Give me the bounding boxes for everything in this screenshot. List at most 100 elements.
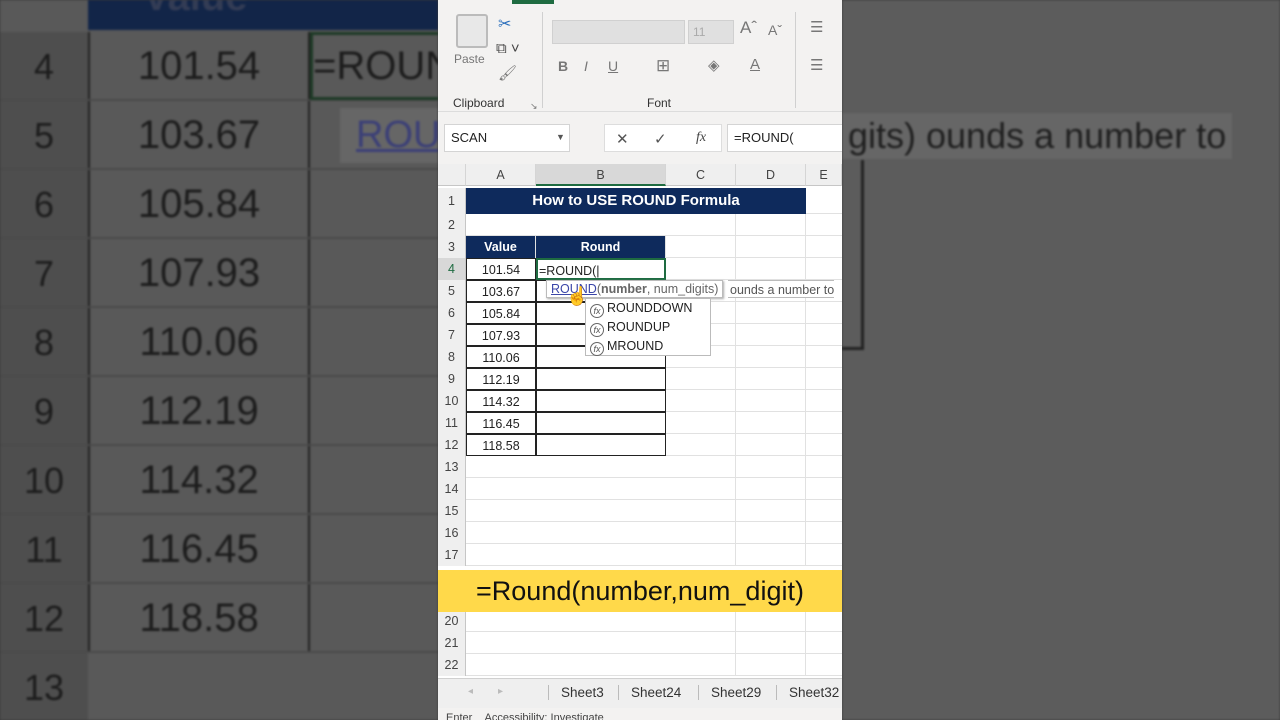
value-cell[interactable]: 114.32 xyxy=(466,390,536,412)
value-cell[interactable]: 105.84 xyxy=(466,302,536,324)
paste-button[interactable]: Paste xyxy=(454,52,485,66)
row-header[interactable]: 20 xyxy=(438,610,466,632)
row-header[interactable]: 15 xyxy=(438,500,466,522)
italic-button[interactable]: I xyxy=(584,58,588,74)
cell xyxy=(666,544,736,566)
bg-row-number: 7 xyxy=(0,239,88,306)
font-color-icon[interactable]: A xyxy=(750,56,760,73)
bg-value: 116.45 xyxy=(88,515,310,582)
row-header[interactable]: 1 xyxy=(438,188,466,214)
cell xyxy=(736,412,806,434)
fill-color-icon[interactable]: ◈ xyxy=(708,56,720,74)
row-header[interactable]: 3 xyxy=(438,236,466,258)
value-cell[interactable]: 110.06 xyxy=(466,346,536,368)
row-header[interactable]: 7 xyxy=(438,324,466,346)
column-header-a[interactable]: A xyxy=(466,164,536,186)
bg-row-number: 6 xyxy=(0,170,88,237)
enter-icon[interactable]: ✓ xyxy=(654,130,667,148)
bg-row: 9 112.19 xyxy=(0,377,438,446)
sheet-tab[interactable]: Sheet3 xyxy=(548,685,616,700)
shrink-font-icon[interactable]: Aˇ xyxy=(768,22,782,38)
row-header[interactable]: 10 xyxy=(438,390,466,412)
accessibility-status[interactable]: Accessibility: Investigate xyxy=(485,712,604,720)
insert-function-icon[interactable]: fx xyxy=(696,130,706,146)
row-header[interactable]: 8 xyxy=(438,346,466,368)
autocomplete-label: ROUNDDOWN xyxy=(607,301,693,315)
bg-value: 103.67 xyxy=(88,101,310,168)
row-header[interactable]: 16 xyxy=(438,522,466,544)
autocomplete-label: MROUND xyxy=(607,339,664,353)
value-cell[interactable]: 116.45 xyxy=(466,412,536,434)
autocomplete-item[interactable]: fx MROUND xyxy=(586,337,710,356)
sheet-tab[interactable]: Sheet32 xyxy=(776,685,842,700)
autocomplete-item[interactable]: fx ROUNDDOWN xyxy=(586,299,710,318)
name-box[interactable]: SCAN xyxy=(444,124,570,152)
row-header[interactable]: 13 xyxy=(438,456,466,478)
grow-font-icon[interactable]: Aˆ xyxy=(740,18,757,38)
excel-window: Paste ✂ ⧉ ˅ 🖌 Clipboard ↘ 11 Aˆ Aˇ B I U… xyxy=(438,0,842,720)
round-cell[interactable] xyxy=(536,412,666,434)
tooltip-arg-number: number xyxy=(601,282,647,296)
cancel-icon[interactable]: ✕ xyxy=(616,130,629,148)
round-cell[interactable] xyxy=(536,368,666,390)
bg-row: 10 114.32 xyxy=(0,446,438,515)
sheet-tab[interactable]: Sheet29 xyxy=(698,685,773,700)
row-header[interactable]: 4 xyxy=(438,258,466,280)
value-cell[interactable]: 103.67 xyxy=(466,280,536,302)
row-header[interactable]: 14 xyxy=(438,478,466,500)
cell xyxy=(736,456,806,478)
paste-icon[interactable] xyxy=(456,14,488,48)
tooltip-arg-rest: , num_digits) xyxy=(646,282,719,296)
font-size-select[interactable]: 11 xyxy=(688,20,734,44)
row-header[interactable]: 21 xyxy=(438,632,466,654)
cut-icon[interactable]: ✂ xyxy=(498,14,511,34)
row-header[interactable]: 5 xyxy=(438,280,466,302)
column-header-e[interactable]: E xyxy=(806,164,842,186)
value-cell[interactable]: 107.93 xyxy=(466,324,536,346)
clipboard-launcher-icon[interactable]: ↘ xyxy=(530,101,538,112)
format-painter-icon[interactable]: 🖌 xyxy=(498,64,517,82)
underline-button[interactable]: U xyxy=(608,58,618,74)
select-all[interactable] xyxy=(438,164,466,186)
row-header[interactable]: 12 xyxy=(438,434,466,456)
row-header[interactable]: 17 xyxy=(438,544,466,566)
table-row: 11 116.45 xyxy=(438,412,842,434)
value-cell[interactable]: 118.58 xyxy=(466,434,536,456)
borders-icon[interactable]: ⊞ xyxy=(656,56,670,76)
cell xyxy=(666,390,736,412)
cell xyxy=(666,368,736,390)
prev-sheet-icon[interactable]: ◂ xyxy=(468,686,473,697)
table-row: 3 Value Round xyxy=(438,236,842,258)
bg-value: 112.19 xyxy=(88,377,310,444)
column-header-b[interactable]: B xyxy=(536,164,666,186)
bold-button[interactable]: B xyxy=(558,58,568,74)
bg-row: 11 116.45 xyxy=(0,515,438,584)
chevron-down-icon[interactable]: ▼ xyxy=(556,132,565,142)
value-cell[interactable]: 112.19 xyxy=(466,368,536,390)
round-cell[interactable] xyxy=(536,390,666,412)
row-header[interactable]: 6 xyxy=(438,302,466,324)
value-cell[interactable]: 101.54 xyxy=(466,258,536,280)
row-header[interactable]: 9 xyxy=(438,368,466,390)
sheet-title[interactable]: How to USE ROUND Formula xyxy=(466,188,806,214)
row-header[interactable]: 22 xyxy=(438,654,466,676)
align-left-icon[interactable]: ☰ xyxy=(810,56,823,74)
cell xyxy=(666,654,736,676)
next-sheet-icon[interactable]: ▸ xyxy=(498,686,503,697)
font-name-select[interactable] xyxy=(552,20,685,44)
autocomplete-item[interactable]: fx ROUNDUP xyxy=(586,318,710,337)
row-header[interactable]: 2 xyxy=(438,214,466,236)
column-header-d[interactable]: D xyxy=(736,164,806,186)
round-cell[interactable] xyxy=(536,434,666,456)
active-cell[interactable]: =ROUND(| xyxy=(536,258,666,280)
sheet-tab[interactable]: Sheet24 xyxy=(618,685,693,700)
copy-icon[interactable]: ⧉ ˅ xyxy=(496,40,520,57)
header-value[interactable]: Value xyxy=(466,236,536,258)
column-header-c[interactable]: C xyxy=(666,164,736,186)
cell xyxy=(736,368,806,390)
cell xyxy=(736,434,806,456)
align-top-icon[interactable]: ☰ xyxy=(810,18,823,36)
formula-input[interactable]: =ROUND( xyxy=(727,124,842,152)
row-header[interactable]: 11 xyxy=(438,412,466,434)
header-round[interactable]: Round xyxy=(536,236,666,258)
